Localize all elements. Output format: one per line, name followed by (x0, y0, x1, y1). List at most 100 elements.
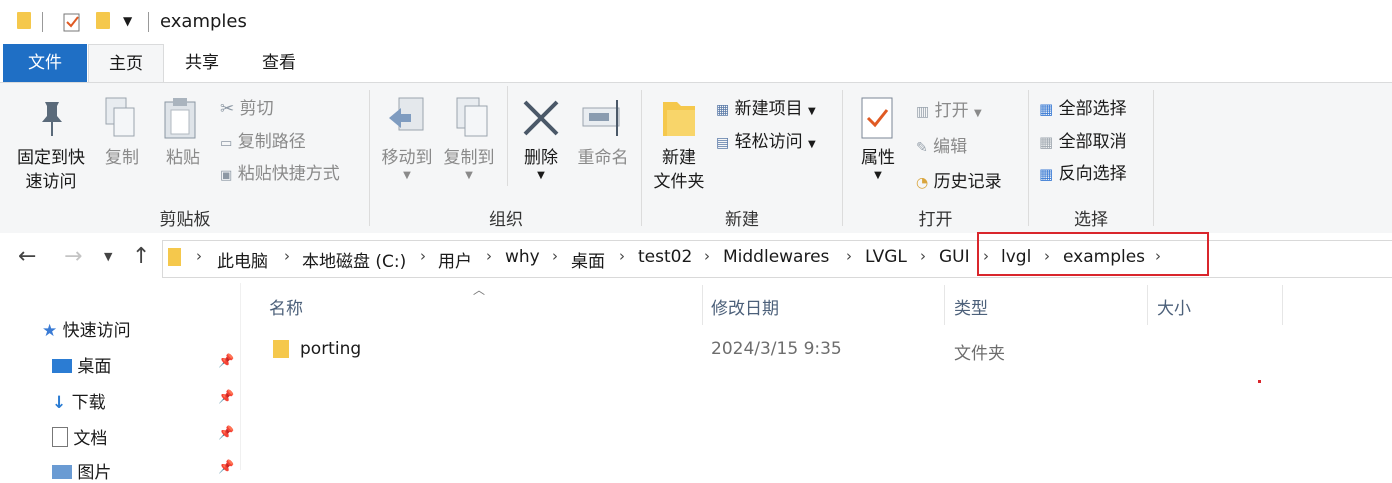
breadcrumb-test02[interactable]: test02 (638, 247, 692, 267)
delete-button[interactable]: 删除 ▼ (516, 96, 566, 181)
select-none-label: 全部取消 (1058, 132, 1127, 152)
breadcrumb-chevron-icon[interactable]: › (196, 247, 202, 265)
history-icon: ◔ (916, 175, 929, 191)
dropdown-arrow-icon: ▼ (808, 106, 816, 117)
column-resize-handle[interactable] (1147, 285, 1148, 325)
file-name[interactable]: porting (300, 339, 361, 359)
rename-button[interactable]: 重命名 (573, 96, 633, 170)
breadcrumb-desktop[interactable]: 桌面 (571, 247, 605, 272)
paste-label: 粘贴 (166, 148, 200, 168)
breadcrumb-why[interactable]: why (505, 247, 540, 267)
breadcrumb-chevron-icon[interactable]: › (486, 247, 492, 265)
copy-to-button[interactable]: 复制到 ▼ (438, 96, 500, 181)
breadcrumb-middlewares[interactable]: Middlewares (723, 247, 829, 267)
paste-button[interactable]: 粘贴 (161, 96, 205, 170)
edit-icon: ✎ (916, 140, 928, 156)
select-all-icon: ▦ (1039, 100, 1054, 118)
properties-quick-icon[interactable] (62, 11, 82, 33)
group-separator (1153, 90, 1154, 226)
dropdown-arrow-icon: ▼ (465, 170, 473, 181)
nav-item-desktop-label: 桌面 (77, 357, 112, 377)
breadcrumb-chevron-icon[interactable]: › (920, 247, 926, 265)
move-to-button[interactable]: 移动到 ▼ (376, 96, 438, 181)
select-none-icon: ▦ (1039, 133, 1054, 151)
up-arrow-icon[interactable]: ↑ (132, 244, 150, 269)
select-all-label: 全部选择 (1058, 99, 1127, 119)
recent-locations-chevron-icon[interactable]: ▼ (104, 250, 112, 263)
paste-shortcut-button[interactable]: ▣ 粘贴快捷方式 (220, 159, 340, 184)
nav-quick-access[interactable]: ★ 快速访问 (42, 316, 131, 341)
select-none-button[interactable]: ▦ 全部取消 (1039, 127, 1127, 152)
column-resize-handle[interactable] (1282, 285, 1283, 325)
pin-icon[interactable]: 📌 (218, 390, 234, 405)
copy-to-icon (456, 97, 488, 137)
paste-shortcut-label: 粘贴快捷方式 (237, 164, 340, 184)
new-folder-quick-icon[interactable] (96, 12, 110, 29)
file-modified: 2024/3/15 9:35 (711, 339, 842, 359)
breadcrumb-chevron-icon[interactable]: › (846, 247, 852, 265)
delete-x-icon (523, 100, 559, 136)
separator (42, 12, 43, 32)
history-button[interactable]: ◔ 历史记录 (916, 167, 1002, 192)
star-icon: ★ (42, 321, 58, 341)
breadcrumb-chevron-icon[interactable]: › (552, 247, 558, 265)
new-item-label: 新建项目 (734, 99, 803, 119)
document-icon (52, 427, 68, 447)
column-header-name[interactable]: 名称 (269, 294, 303, 319)
select-group-label: 选择 (1074, 210, 1108, 230)
easy-access-button[interactable]: ▤ 轻松访问 ▼ (716, 127, 816, 152)
column-header-type[interactable]: 类型 (954, 294, 988, 319)
pin-icon[interactable]: 📌 (218, 460, 234, 475)
column-header-modified[interactable]: 修改日期 (711, 294, 779, 319)
breadcrumb-this-pc[interactable]: 此电脑 (217, 247, 268, 272)
tab-share[interactable]: 共享 (168, 44, 236, 82)
breadcrumb-gui[interactable]: GUI (939, 247, 970, 267)
breadcrumb-chevron-icon[interactable]: › (284, 247, 290, 265)
nav-item-documents[interactable]: 文档 (52, 424, 107, 449)
edit-button[interactable]: ✎ 编辑 (916, 132, 967, 157)
pin-icon[interactable]: 📌 (218, 354, 234, 369)
forward-arrow-icon[interactable]: → (64, 244, 82, 269)
new-folder-button[interactable]: 新建 文件夹 (648, 96, 710, 194)
invert-selection-button[interactable]: ▦ 反向选择 (1039, 159, 1127, 184)
breadcrumb-chevron-icon[interactable]: › (420, 247, 426, 265)
cut-button[interactable]: ✂ 剪切 (220, 94, 274, 119)
nav-item-downloads-label: 下载 (71, 393, 106, 413)
nav-item-documents-label: 文档 (73, 429, 108, 449)
organize-group-label: 组织 (489, 210, 523, 230)
open-group-label: 打开 (918, 210, 953, 230)
breadcrumb-local-disk[interactable]: 本地磁盘 (C:) (302, 247, 406, 272)
new-item-button[interactable]: ▦ 新建项目 ▼ (716, 94, 816, 119)
breadcrumb-users[interactable]: 用户 (438, 247, 472, 272)
open-button[interactable]: ▥ 打开 ▼ (916, 96, 982, 121)
copy-button[interactable]: 复制 (100, 96, 144, 170)
breadcrumb-chevron-icon[interactable]: › (619, 247, 625, 265)
file-type: 文件夹 (954, 344, 1005, 364)
column-header-size[interactable]: 大小 (1157, 294, 1191, 319)
select-all-button[interactable]: ▦ 全部选择 (1039, 94, 1127, 119)
copy-label: 复制 (105, 148, 139, 168)
column-resize-handle[interactable] (702, 285, 703, 325)
properties-button[interactable]: 属性 ▼ (853, 96, 903, 181)
tab-view[interactable]: 查看 (244, 44, 314, 82)
column-resize-handle[interactable] (944, 285, 945, 325)
pin-to-quick-access-button[interactable]: 固定到快 速访问 (8, 96, 94, 194)
tab-home[interactable]: 主页 (88, 44, 164, 83)
dropdown-arrow-icon: ▼ (874, 170, 882, 181)
pin-icon[interactable]: 📌 (218, 426, 234, 441)
picture-icon (52, 465, 72, 479)
breadcrumb-lvgl-upper[interactable]: LVGL (865, 247, 907, 267)
nav-item-pictures[interactable]: 图片 (52, 458, 111, 483)
copy-path-button[interactable]: ▭ 复制路径 (220, 127, 306, 152)
tab-file[interactable]: 文件 (3, 44, 87, 82)
breadcrumb-chevron-icon[interactable]: › (704, 247, 710, 265)
delete-label: 删除 (524, 148, 558, 168)
pane-divider[interactable] (240, 283, 241, 470)
customize-toolbar-chevron-icon[interactable]: ▼ (123, 14, 132, 28)
nav-item-downloads[interactable]: ↓ 下载 (52, 388, 106, 413)
nav-item-desktop[interactable]: 桌面 (52, 352, 111, 377)
nav-quick-access-label: 快速访问 (62, 321, 131, 341)
copy-to-label: 复制到 (443, 148, 495, 168)
copy-path-label: 复制路径 (237, 132, 306, 152)
back-arrow-icon[interactable]: ← (18, 244, 36, 269)
